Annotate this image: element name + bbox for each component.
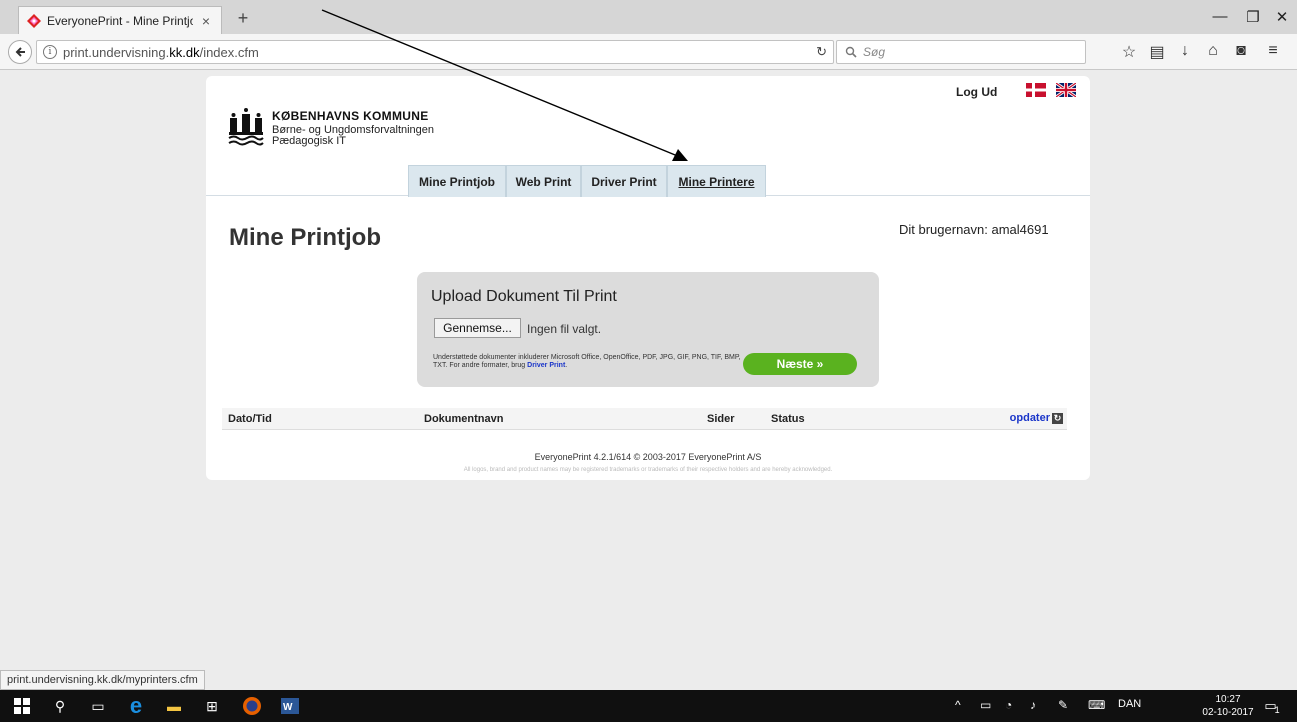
volume-icon[interactable]: ♪ <box>1030 698 1036 712</box>
logout-link[interactable]: Log Ud <box>956 85 997 99</box>
driver-print-link[interactable]: Driver Print <box>527 362 565 369</box>
supported-formats-end: . <box>565 362 568 369</box>
upload-title: Upload Dokument Til Print <box>431 288 617 305</box>
uk-flag-icon[interactable] <box>1056 83 1076 97</box>
url-domain: kk.dk <box>169 44 200 60</box>
store-icon[interactable]: ⊞ <box>202 696 222 716</box>
download-icon[interactable]: ↓ <box>1174 42 1196 60</box>
url-bar[interactable]: i print.undervisning. kk.dk/index.cfm ↻ <box>36 40 834 64</box>
supported-formats-text: Understøttede dokumenter inkluderer Micr… <box>433 354 748 370</box>
restore-icon[interactable]: ❐ <box>1238 8 1268 26</box>
column-header-pages: Sider <box>707 413 735 425</box>
tab-driver-print[interactable]: Driver Print <box>581 165 667 197</box>
word-icon[interactable]: W <box>280 696 300 716</box>
tab-mine-printjob[interactable]: Mine Printjob <box>408 165 506 197</box>
reload-icon[interactable]: ↻ <box>816 44 827 60</box>
refresh-label: opdater <box>1009 412 1050 424</box>
search-icon <box>845 46 857 58</box>
search-input[interactable]: Søg <box>836 40 1086 64</box>
copenhagen-logo <box>228 108 264 146</box>
browser-status-url: print.undervisning.kk.dk/myprinters.cfm <box>0 670 205 690</box>
url-path: /index.cfm <box>199 44 259 60</box>
supported-formats-description: Understøttede dokumenter inkluderer Micr… <box>433 354 741 369</box>
next-button[interactable]: Næste » <box>743 353 857 375</box>
page-title: Mine Printjob <box>229 224 381 251</box>
everyoneprint-favicon <box>27 13 41 28</box>
tray-overflow-icon[interactable]: ^ <box>955 698 961 712</box>
task-view-icon[interactable]: ▭ <box>88 696 108 716</box>
danish-flag-icon[interactable] <box>1026 83 1046 97</box>
home-icon[interactable]: ⌂ <box>1202 42 1224 60</box>
pen-icon[interactable]: ✎ <box>1058 698 1068 712</box>
site-header: KØBENHAVNS KOMMUNE Børne- og Ungdomsforv… <box>206 76 1090 197</box>
print-jobs-table-header: Dato/Tid Dokumentnavn Sider Status opdat… <box>222 408 1067 430</box>
new-tab-button[interactable]: + <box>232 9 254 27</box>
browser-nav-bar: i print.undervisning. kk.dk/index.cfm ↻ S… <box>0 34 1297 70</box>
column-header-date: Dato/Tid <box>228 413 272 425</box>
battery-icon[interactable]: ▭ <box>980 698 991 712</box>
file-explorer-icon[interactable]: ▬ <box>164 696 184 716</box>
firefox-icon[interactable] <box>242 696 262 716</box>
page-container: KØBENHAVNS KOMMUNE Børne- og Ungdomsforv… <box>206 76 1090 480</box>
windows-taskbar: ⚲ ▭ e ▬ ⊞ W ^ ▭ ◔ ♪ ✎ ⌨ DAN 10:27 02-10-… <box>0 690 1297 722</box>
footer-copyright: EveryonePrint 4.2.1/614 © 2003-2017 Ever… <box>534 452 762 462</box>
reading-list-icon[interactable]: ▤ <box>1146 42 1168 62</box>
footer-trademark: All logos, brand and product names may b… <box>463 467 833 473</box>
minimize-icon[interactable]: — <box>1205 8 1235 25</box>
keyboard-icon[interactable]: ⌨ <box>1088 698 1105 712</box>
edge-icon[interactable]: e <box>126 693 146 718</box>
refresh-link[interactable]: opdater ↻ <box>1010 412 1063 424</box>
clock-date: 02-10-2017 <box>1202 707 1254 718</box>
browser-tab[interactable]: EveryonePrint - Mine Printjo × <box>18 6 222 34</box>
upload-panel: Upload Dokument Til Print Gennemse... In… <box>417 272 879 387</box>
brand-name: KØBENHAVNS KOMMUNE <box>272 109 429 123</box>
close-tab-icon[interactable]: × <box>199 13 213 29</box>
svg-text:W: W <box>283 702 293 713</box>
menu-icon[interactable]: ≡ <box>1262 42 1284 60</box>
url-prefix: print.undervisning. <box>63 44 170 60</box>
search-icon[interactable]: ⚲ <box>50 696 70 716</box>
browse-button[interactable]: Gennemse... <box>434 318 521 338</box>
browser-tab-bar: EveryonePrint - Mine Printjo × + — ❐ ✕ <box>0 0 1297 34</box>
windows-start-icon[interactable] <box>12 696 32 716</box>
notification-count: 1 <box>1274 705 1280 715</box>
tab-web-print[interactable]: Web Print <box>506 165 581 197</box>
wifi-icon[interactable]: ◔ <box>1005 698 1012 712</box>
close-window-icon[interactable]: ✕ <box>1267 8 1297 26</box>
search-placeholder: Søg <box>863 45 886 59</box>
tab-mine-printere[interactable]: Mine Printere <box>667 165 766 197</box>
clock-time: 10:27 <box>1215 694 1241 705</box>
info-icon[interactable]: i <box>43 45 57 59</box>
main-nav-tabs: Mine Printjob Web Print Driver Print Min… <box>408 165 766 197</box>
username-label: Dit brugernavn: amal4691 <box>899 222 1049 237</box>
selected-file-label: Ingen fil valgt. <box>527 322 602 336</box>
column-header-status: Status <box>771 413 805 425</box>
star-icon[interactable]: ☆ <box>1118 42 1140 62</box>
refresh-icon[interactable]: ↻ <box>1052 412 1063 424</box>
notifications-icon[interactable]: ▭ 1 <box>1262 696 1282 716</box>
language-indicator[interactable]: DAN <box>1118 698 1141 710</box>
tab-title: EveryonePrint - Mine Printjo <box>47 13 193 28</box>
brand-unit: Pædagogisk IT <box>272 135 346 147</box>
back-icon[interactable] <box>8 40 32 64</box>
column-header-document: Dokumentnavn <box>424 413 504 425</box>
system-clock[interactable]: 10:27 02-10-2017 <box>1200 693 1256 719</box>
pocket-icon[interactable]: ◙ <box>1230 42 1252 60</box>
